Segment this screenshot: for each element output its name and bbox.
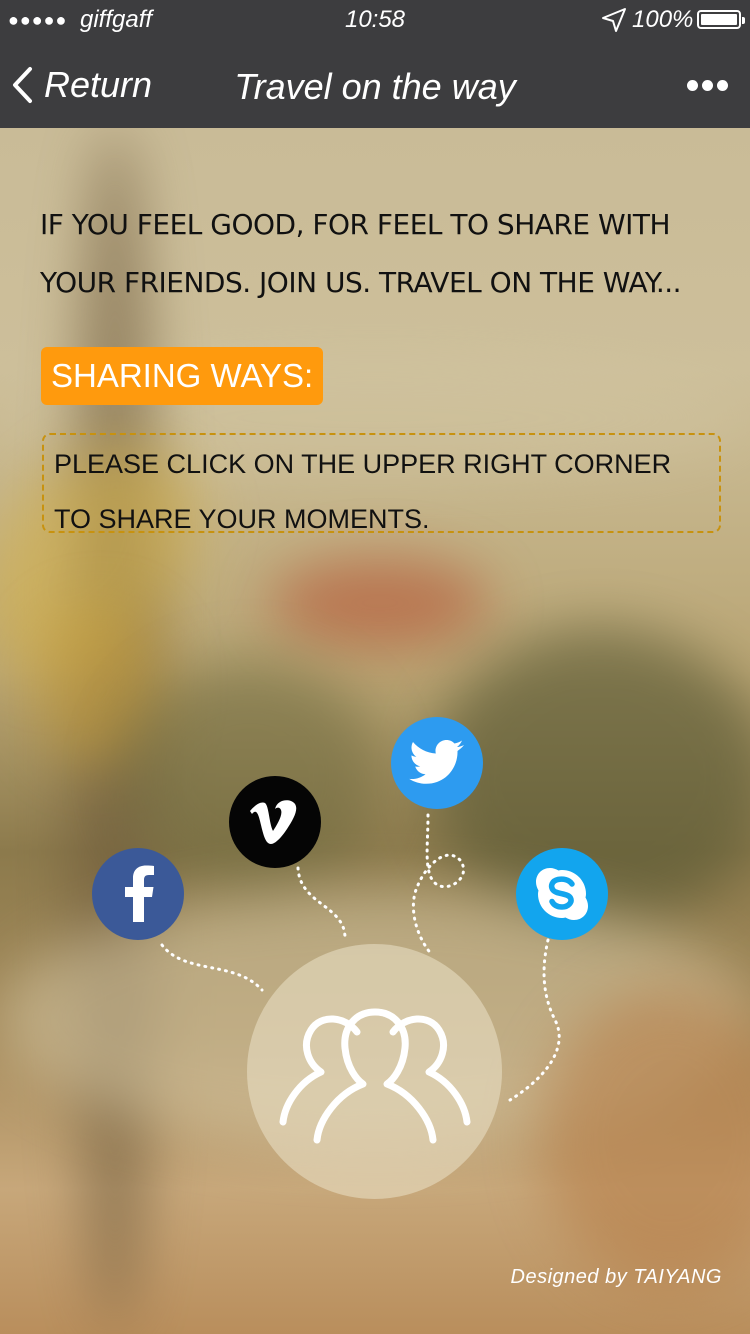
share-instructions: PLEASE CLICK ON THE UPPER RIGHT CORNER T…	[42, 433, 721, 534]
sharing-ways-badge: SHARING WAYS:	[41, 347, 324, 405]
instruction-line: TO SHARE YOUR MOMENTS.	[54, 504, 430, 534]
designer-credit: Designed by TAIYANG	[510, 1266, 722, 1288]
skype-button[interactable]	[516, 848, 608, 940]
location-arrow-icon	[602, 8, 626, 32]
vimeo-button[interactable]	[229, 776, 321, 868]
skype-icon	[536, 868, 588, 920]
more-dot-icon	[702, 80, 713, 91]
instruction-line: PLEASE CLICK ON THE UPPER RIGHT CORNER	[54, 449, 672, 479]
twitter-icon	[409, 740, 464, 784]
more-dot-icon	[717, 80, 728, 91]
battery-icon	[697, 10, 745, 29]
facebook-icon	[125, 865, 154, 922]
more-dot-icon	[687, 80, 698, 91]
status-bar: ●●●●● giffgaff 10:58 100%	[0, 0, 750, 40]
page-title: Travel on the way	[234, 66, 516, 107]
battery-percent: 100%	[632, 6, 694, 33]
twitter-button[interactable]	[391, 717, 483, 809]
vimeo-icon	[250, 800, 297, 844]
navigation-bar: Return Travel on the way	[0, 40, 750, 128]
facebook-button[interactable]	[92, 848, 184, 940]
top-bar: ●●●●● giffgaff 10:58 100% Return Travel …	[0, 0, 750, 128]
more-button[interactable]	[687, 80, 728, 91]
intro-text: IF YOU FEEL GOOD, FOR FEEL TO SHARE WITH…	[40, 196, 720, 312]
group-icon	[279, 1008, 471, 1144]
share-group-button[interactable]	[247, 944, 502, 1199]
intro-line: YOUR FRIENDS. JOIN US. TRAVEL ON THE WAY…	[40, 266, 682, 299]
intro-line: IF YOU FEEL GOOD, FOR FEEL TO SHARE WITH	[40, 208, 671, 241]
